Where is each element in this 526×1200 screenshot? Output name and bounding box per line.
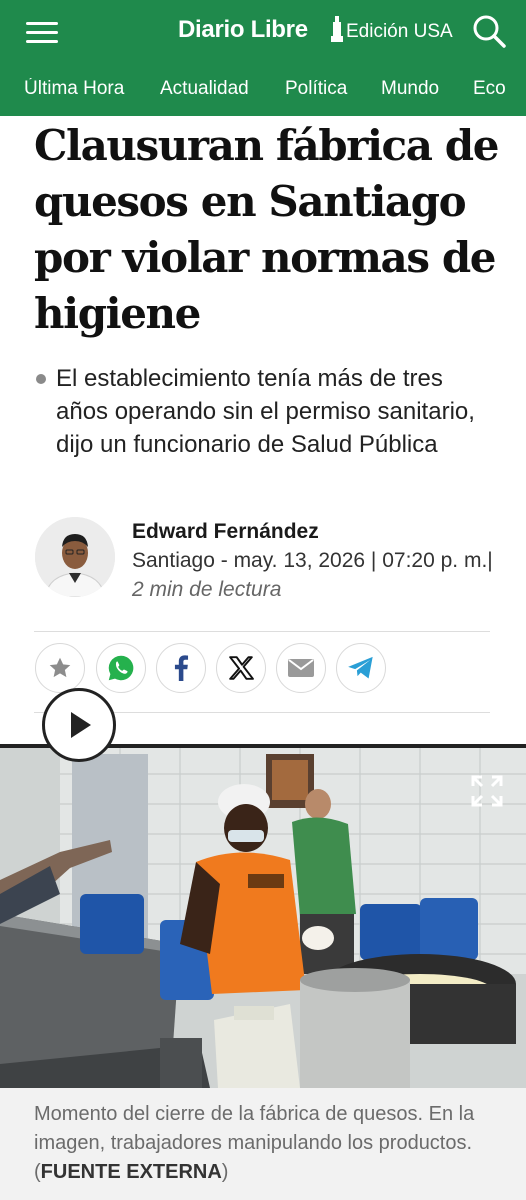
telegram-icon bbox=[348, 656, 373, 679]
photo-caption: Momento del cierre de la fábrica de ques… bbox=[34, 1100, 504, 1187]
section-nav: Última Hora Actualidad Política Mundo Ec… bbox=[0, 78, 526, 104]
author-avatar[interactable] bbox=[35, 517, 115, 597]
search-icon[interactable] bbox=[472, 14, 506, 48]
article-meta: Santiago - may. 13, 2026 | 07:20 p. m.| … bbox=[132, 546, 502, 604]
nav-item-economia[interactable]: Eco bbox=[473, 78, 506, 100]
read-time: 2 min de lectura bbox=[132, 578, 282, 601]
menu-icon[interactable] bbox=[26, 20, 58, 44]
article-summary: El establecimiento tenía más de tres año… bbox=[56, 365, 475, 458]
nav-item-actualidad[interactable]: Actualidad bbox=[160, 78, 249, 100]
photo-factory-scene bbox=[0, 744, 526, 1088]
summary-bullet bbox=[36, 374, 46, 384]
logo-statue-icon bbox=[331, 16, 343, 42]
dateline: Santiago - may. 13, 2026 | 07:20 p. m.| bbox=[132, 549, 493, 572]
telegram-share-button[interactable] bbox=[336, 643, 386, 693]
site-header: Diario Libre Edición USA Última Hora Act… bbox=[0, 0, 526, 116]
email-share-button[interactable] bbox=[276, 643, 326, 693]
x-share-button[interactable] bbox=[216, 643, 266, 693]
avatar-illustration bbox=[35, 517, 115, 597]
fullscreen-icon[interactable] bbox=[470, 774, 504, 808]
site-logo[interactable]: Diario Libre bbox=[178, 16, 308, 44]
facebook-icon bbox=[174, 655, 189, 681]
x-icon bbox=[229, 656, 254, 680]
article-headline: Clausuran fábrica de quesos en Santiago … bbox=[34, 121, 499, 338]
play-button[interactable] bbox=[42, 688, 116, 762]
nav-item-ultima-hora[interactable]: Última Hora bbox=[24, 78, 124, 100]
facebook-share-button[interactable] bbox=[156, 643, 206, 693]
edition-selector[interactable]: Edición USA bbox=[346, 21, 453, 43]
article-photo[interactable] bbox=[0, 744, 526, 1088]
whatsapp-share-button[interactable] bbox=[96, 643, 146, 693]
save-button[interactable] bbox=[35, 643, 85, 693]
play-icon bbox=[71, 712, 91, 738]
nav-item-politica[interactable]: Política bbox=[285, 78, 347, 100]
nav-item-mundo[interactable]: Mundo bbox=[381, 78, 439, 100]
caption-end: ) bbox=[221, 1161, 229, 1183]
caption-source: FUENTE EXTERNA bbox=[40, 1161, 222, 1183]
star-icon bbox=[49, 657, 71, 678]
author-name[interactable]: Edward Fernández bbox=[132, 520, 319, 544]
divider bbox=[34, 631, 490, 632]
email-icon bbox=[288, 659, 314, 677]
whatsapp-icon bbox=[108, 655, 134, 681]
